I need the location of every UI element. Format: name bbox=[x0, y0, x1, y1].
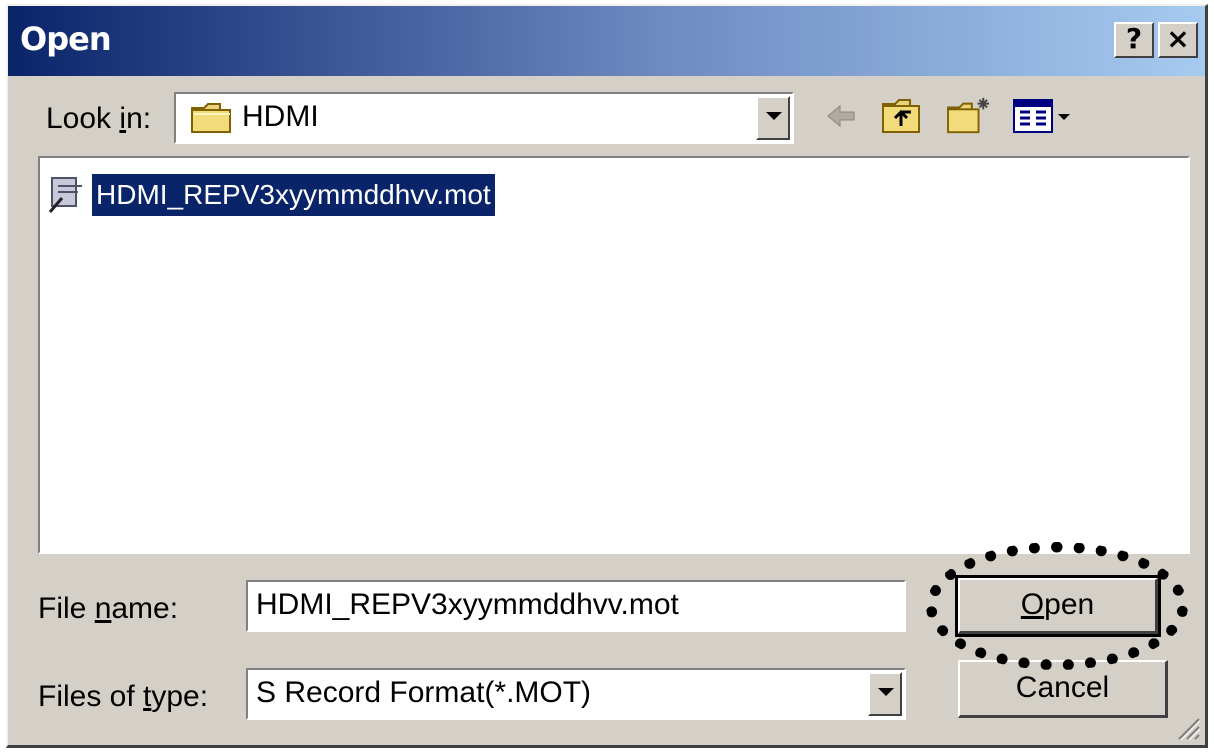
file-name-input[interactable]: HDMI_REPV3xyymmddhvv.mot bbox=[246, 580, 906, 632]
folder-icon bbox=[191, 103, 231, 133]
file-type-combobox[interactable]: S Record Format(*.MOT) bbox=[246, 668, 906, 720]
dialog-title: Open bbox=[20, 20, 112, 58]
resize-grip-icon[interactable] bbox=[1175, 715, 1201, 741]
open-dialog: Open ? × Look in: HDMI HDMI_REPV3xyymmdd… bbox=[6, 4, 1208, 748]
back-arrow-icon[interactable] bbox=[822, 96, 860, 136]
file-list[interactable]: HDMI_REPV3xyymmddhvv.mot bbox=[38, 156, 1190, 554]
look-in-value: HDMI bbox=[242, 100, 319, 133]
file-type-value: S Record Format(*.MOT) bbox=[256, 676, 592, 709]
file-type-label: Files of type: bbox=[38, 680, 209, 713]
view-menu-icon[interactable] bbox=[1012, 96, 1076, 136]
help-button[interactable]: ? bbox=[1114, 22, 1154, 58]
look-in-dropdown-button[interactable] bbox=[756, 96, 790, 140]
up-one-level-icon[interactable] bbox=[880, 96, 924, 136]
file-name-label: File name: bbox=[38, 592, 179, 625]
look-in-label: Look in: bbox=[46, 102, 152, 135]
highlight-ring bbox=[926, 542, 1188, 670]
title-bar[interactable]: Open ? × bbox=[8, 6, 1205, 76]
file-icon bbox=[48, 177, 82, 213]
file-item-name: HDMI_REPV3xyymmddhvv.mot bbox=[92, 174, 495, 216]
look-in-combobox[interactable]: HDMI bbox=[174, 92, 794, 144]
file-type-dropdown-button[interactable] bbox=[868, 672, 902, 716]
close-button[interactable]: × bbox=[1158, 22, 1198, 58]
new-folder-icon[interactable] bbox=[944, 96, 994, 136]
